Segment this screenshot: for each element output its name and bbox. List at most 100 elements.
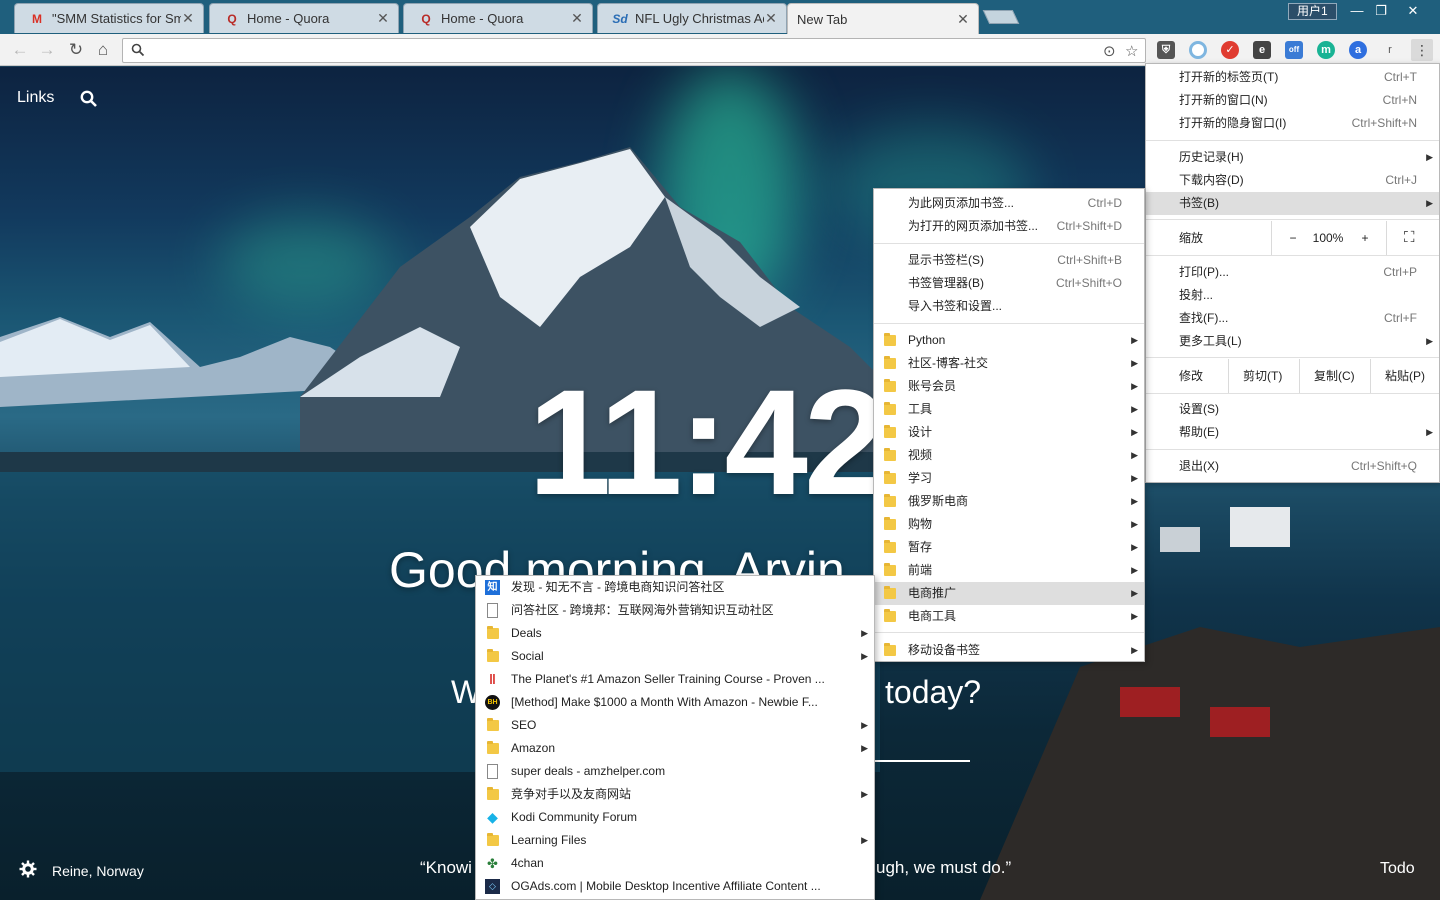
bookmark-folder[interactable]: 社区-博客-社交 ▶ xyxy=(874,352,1144,375)
tab-new-tab[interactable]: New Tab ✕ xyxy=(787,3,979,34)
chrome-menu-button[interactable]: ⋮ xyxy=(1411,39,1433,61)
menu-item-bookmarks[interactable]: 书签(B) ▶ xyxy=(1146,192,1439,215)
location-target-icon[interactable]: ⊙ xyxy=(1103,42,1116,60)
shield-extension-icon[interactable]: ⛨ xyxy=(1157,41,1175,59)
bookmark-folder[interactable]: Amazon ▶ xyxy=(476,737,874,760)
menu-item-shortcut: Ctrl+J xyxy=(1385,173,1417,187)
menu-item-print[interactable]: 打印(P)... Ctrl+P xyxy=(1146,261,1439,284)
bookmark-item[interactable]: super deals - amzhelper.com xyxy=(476,760,874,783)
zoom-in-button[interactable]: + xyxy=(1358,221,1372,255)
evernote-extension-icon[interactable]: e xyxy=(1253,41,1271,59)
bookmark-folder[interactable]: 前端 ▶ xyxy=(874,559,1144,582)
bookmark-folder-mobile[interactable]: 移动设备书签 ▶ xyxy=(874,639,1144,662)
zoom-out-button[interactable]: − xyxy=(1286,221,1300,255)
search-icon[interactable] xyxy=(80,90,98,108)
title-bar: M "SMM Statistics for Sm ✕ Q Home - Quor… xyxy=(0,0,1440,34)
menu-item-new-window[interactable]: 打开新的窗口(N) Ctrl+N xyxy=(1146,89,1439,112)
bookmark-open-pages[interactable]: 为打开的网页添加书签... Ctrl+Shift+D xyxy=(874,215,1144,238)
tab-nfl[interactable]: Sd NFL Ugly Christmas Ad ✕ xyxy=(597,3,787,33)
bookmark-item[interactable]: BH [Method] Make $1000 a Month With Amazo… xyxy=(476,691,874,714)
menu-item-history[interactable]: 历史记录(H) ▶ xyxy=(1146,146,1439,169)
bookmark-folder-ecommerce-promo[interactable]: 电商推广 ▶ xyxy=(874,582,1144,605)
r-extension-icon[interactable]: r xyxy=(1381,41,1399,59)
bookmark-folder[interactable]: 视频 ▶ xyxy=(874,444,1144,467)
menu-item-more-tools[interactable]: 更多工具(L) ▶ xyxy=(1146,330,1439,353)
ring-extension-icon[interactable] xyxy=(1189,41,1207,59)
menu-item-downloads[interactable]: 下载内容(D) Ctrl+J xyxy=(1146,169,1439,192)
import-bookmarks[interactable]: 导入书签和设置... xyxy=(874,295,1144,318)
home-button[interactable]: ⌂ xyxy=(93,40,113,60)
tab-close-icon[interactable]: ✕ xyxy=(181,10,195,27)
menu-item-label: 设置(S) xyxy=(1179,402,1219,416)
restore-button[interactable]: ❐ xyxy=(1368,3,1394,20)
m-extension-icon[interactable]: m xyxy=(1317,41,1335,59)
tab-close-icon[interactable]: ✕ xyxy=(570,10,584,27)
menu-item-find[interactable]: 查找(F)... Ctrl+F xyxy=(1146,307,1439,330)
cut-button[interactable]: 剪切(T) xyxy=(1243,359,1282,393)
menu-item-incognito[interactable]: 打开新的隐身窗口(I) Ctrl+Shift+N xyxy=(1146,112,1439,135)
address-bar[interactable]: ⊙ ☆ xyxy=(122,38,1146,63)
bookmark-item[interactable]: ‖ The Planet's #1 Amazon Seller Training … xyxy=(476,668,874,691)
forward-button[interactable]: → xyxy=(37,40,57,60)
tab-gmail[interactable]: M "SMM Statistics for Sm ✕ xyxy=(14,3,204,33)
show-bookmarks-bar[interactable]: 显示书签栏(S) Ctrl+Shift+B xyxy=(874,249,1144,272)
menu-item-cast[interactable]: 投射... xyxy=(1146,284,1439,307)
photo-location[interactable]: Reine, Norway xyxy=(52,863,144,879)
off-extension-icon[interactable]: off xyxy=(1285,41,1303,59)
bookmark-folder[interactable]: 学习 ▶ xyxy=(874,467,1144,490)
tab-quora-1[interactable]: Q Home - Quora ✕ xyxy=(209,3,399,33)
bookmark-folder[interactable]: 暂存 ▶ xyxy=(874,536,1144,559)
menu-item-settings[interactable]: 设置(S) xyxy=(1146,398,1439,421)
paste-button[interactable]: 粘贴(P) xyxy=(1385,359,1425,393)
bookmark-folder[interactable]: 购物 ▶ xyxy=(874,513,1144,536)
quote-text: “Knowi xyxy=(420,858,472,877)
menu-item-shortcut: Ctrl+Shift+Q xyxy=(1350,459,1417,473)
bookmark-item[interactable]: 知发现 - 知无不言 - 跨境电商知识问答社区 xyxy=(476,576,874,599)
bookmark-folder[interactable]: 电商工具 ▶ xyxy=(874,605,1144,628)
tab-close-icon[interactable]: ✕ xyxy=(764,10,778,27)
tab-close-icon[interactable]: ✕ xyxy=(376,10,390,27)
folder-icon xyxy=(487,833,499,846)
bookmark-item[interactable]: ◆ Kodi Community Forum xyxy=(476,806,874,829)
bookmark-this-page[interactable]: 为此网页添加书签... Ctrl+D xyxy=(874,192,1144,215)
bookmark-folder[interactable]: 俄罗斯电商 ▶ xyxy=(874,490,1144,513)
a-extension-icon[interactable]: a xyxy=(1349,41,1367,59)
tab-quora-2[interactable]: Q Home - Quora ✕ xyxy=(403,3,593,33)
focus-input-underline[interactable] xyxy=(870,760,970,762)
tab-close-icon[interactable]: ✕ xyxy=(956,11,970,28)
bookmark-folder[interactable]: 竞争对手以及友商网站 ▶ xyxy=(476,783,874,806)
bookmark-item[interactable]: 问答社区 - 跨境邦：互联网海外营销知识互动社区 xyxy=(476,599,874,622)
bookmark-item[interactable]: ✤ 4chan xyxy=(476,852,874,875)
bookmark-manager[interactable]: 书签管理器(B) Ctrl+Shift+O xyxy=(874,272,1144,295)
todo-button[interactable]: Todo xyxy=(1380,860,1415,878)
check-extension-icon[interactable]: ✓ xyxy=(1221,41,1239,59)
minimize-button[interactable]: — xyxy=(1344,3,1370,20)
submenu-arrow-icon: ▶ xyxy=(861,651,868,661)
settings-gear-icon[interactable] xyxy=(19,860,37,878)
bookmark-folder[interactable]: 工具 ▶ xyxy=(874,398,1144,421)
bookmark-folder[interactable]: Social ▶ xyxy=(476,645,874,668)
bookmark-folder[interactable]: 账号会员 ▶ xyxy=(874,375,1144,398)
menu-item-exit[interactable]: 退出(X) Ctrl+Shift+Q xyxy=(1146,455,1439,478)
profile-button[interactable]: 用户1 xyxy=(1288,3,1337,20)
menu-separator xyxy=(874,243,1144,244)
bookmark-item[interactable]: ◇ OGAds.com | Mobile Desktop Incentive Af… xyxy=(476,875,874,898)
reload-button[interactable]: ↻ xyxy=(66,40,86,60)
bookmark-star-icon[interactable]: ☆ xyxy=(1125,42,1138,60)
folder-icon xyxy=(487,718,499,731)
submenu-arrow-icon: ▶ xyxy=(861,720,868,730)
menu-item-help[interactable]: 帮助(E) ▶ xyxy=(1146,421,1439,444)
new-tab-button[interactable] xyxy=(982,10,1020,24)
bookmark-folder[interactable]: Deals ▶ xyxy=(476,622,874,645)
bookmark-folder[interactable]: Learning Files ▶ xyxy=(476,829,874,852)
edit-divider xyxy=(1299,359,1300,393)
close-window-button[interactable]: ✕ xyxy=(1400,3,1426,20)
copy-button[interactable]: 复制(C) xyxy=(1314,359,1355,393)
bookmark-folder[interactable]: SEO ▶ xyxy=(476,714,874,737)
fullscreen-icon[interactable]: ⛶ xyxy=(1404,221,1415,255)
back-button[interactable]: ← xyxy=(10,40,30,60)
links-button[interactable]: Links xyxy=(17,89,54,107)
menu-item-new-tab[interactable]: 打开新的标签页(T) Ctrl+T xyxy=(1146,66,1439,89)
bookmark-folder[interactable]: 设计 ▶ xyxy=(874,421,1144,444)
bookmark-folder[interactable]: Python ▶ xyxy=(874,329,1144,352)
